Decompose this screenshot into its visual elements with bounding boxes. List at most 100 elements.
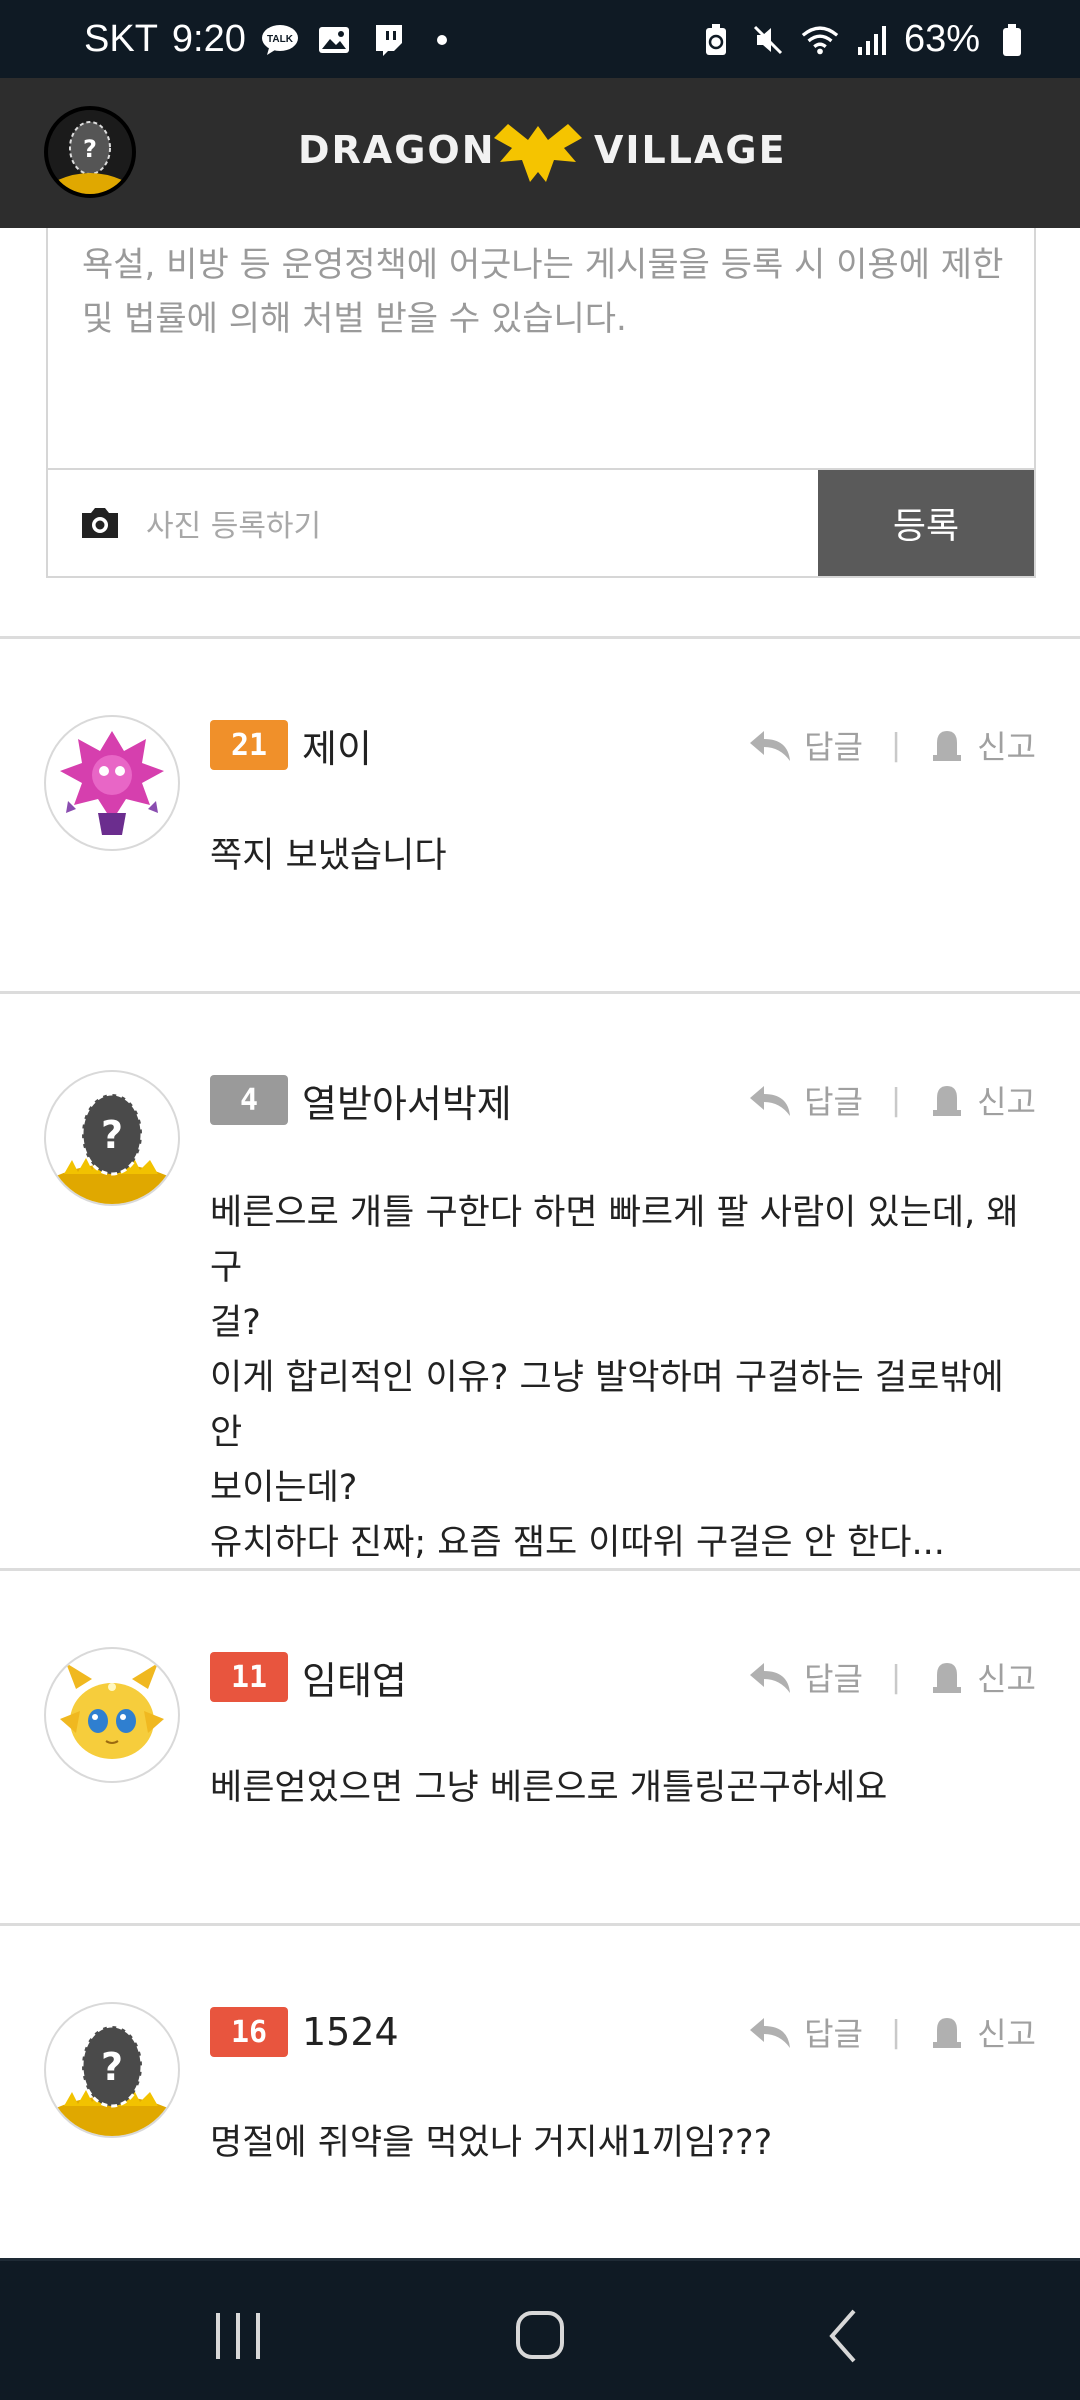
svg-text:TALK: TALK xyxy=(267,34,294,45)
comment-item: 11 임태엽 답글 | 신고 베른얻었으면 그냥 베른으로 개틀링곤구하세요 xyxy=(0,1571,1080,1923)
comment-body: 명절에 쥐약을 먹었나 거지새1끼임??? xyxy=(210,2116,1040,2171)
wifi-icon xyxy=(800,22,840,58)
dragon-village-logo[interactable]: DRAGON VILLAGE xyxy=(298,118,787,188)
level-badge: 16 xyxy=(210,2007,288,2057)
avatar[interactable] xyxy=(44,715,180,851)
profile-avatar-button[interactable]: ? xyxy=(44,106,136,198)
report-button[interactable]: 신고 xyxy=(929,1077,1036,1123)
battery-icon xyxy=(992,22,1032,58)
comment-line: 베른얻었으면 그냥 베른으로 개틀링곤구하세요 xyxy=(210,1768,888,1808)
username[interactable]: 열받아서박제 xyxy=(302,1073,512,1128)
status-bar: SKT 9:20 TALK 63% xyxy=(0,0,1080,78)
comment-actions: 답글 | 신고 xyxy=(748,717,1036,773)
submit-button[interactable]: 등록 xyxy=(818,470,1034,576)
reply-button[interactable]: 답글 xyxy=(748,2009,863,2055)
reply-button[interactable]: 답글 xyxy=(748,722,863,768)
comment-body: 베른얻었으면 그냥 베른으로 개틀링곤구하세요 xyxy=(210,1761,1040,1816)
comment-item: 21 제이 답글 | 신고 쪽지 보냈습니다 xyxy=(0,639,1080,991)
photo-upload-label: 사진 등록하기 xyxy=(146,509,322,544)
gallery-icon xyxy=(314,22,354,58)
comment-header: 11 임태엽 xyxy=(210,1649,407,1705)
clock: 9:20 xyxy=(171,18,246,60)
comment-line: 명절에 쥐약을 먹었나 거지새1끼임??? xyxy=(210,2123,773,2163)
action-separator: | xyxy=(891,2014,902,2050)
report-label: 신고 xyxy=(977,2015,1036,2053)
comment-composer: 욕설, 비방 등 운영정책에 어긋나는 게시물을 등록 시 이용에 제한 및 법… xyxy=(46,228,1036,578)
action-separator: | xyxy=(891,1659,902,1695)
siren-icon xyxy=(933,1663,962,1693)
unknown-egg-avatar-icon: ? xyxy=(56,2024,168,2136)
recent-apps-button[interactable] xyxy=(198,2301,278,2371)
back-icon xyxy=(829,2309,856,2363)
avatar[interactable]: ? xyxy=(44,1070,180,1206)
home-button[interactable] xyxy=(500,2301,580,2371)
comment-line: 유치하다 진짜; 요즘 잼도 이따위 구걸은 안 한다... xyxy=(210,1523,945,1563)
back-button[interactable] xyxy=(804,2301,884,2371)
reply-arrow-icon xyxy=(750,731,791,761)
mute-icon xyxy=(748,22,788,58)
comment-body: 쪽지 보냈습니다 xyxy=(210,829,1040,884)
report-button[interactable]: 신고 xyxy=(929,722,1036,768)
reply-label: 답글 xyxy=(804,2015,863,2053)
reply-button[interactable]: 답글 xyxy=(748,1077,863,1123)
comment-header: 4 열받아서박제 xyxy=(210,1072,512,1128)
siren-icon xyxy=(933,2018,962,2048)
signal-icon xyxy=(852,22,892,58)
comment-line: 쪽지 보냈습니다 xyxy=(210,836,447,876)
comment-item: ? 16 1524 답글 | 신고 명절에 쥐약을 먹었나 거지새1끼임??? xyxy=(0,1926,1080,2256)
level-badge: 11 xyxy=(210,1652,288,1702)
level-badge: 4 xyxy=(210,1075,288,1125)
logo-text-left: DRAGON xyxy=(298,128,496,172)
level-badge: 21 xyxy=(210,720,288,770)
comment-textarea[interactable]: 욕설, 비방 등 운영정책에 어긋나는 게시물을 등록 시 이용에 제한 및 법… xyxy=(82,238,1012,346)
app-header: ? DRAGON VILLAGE xyxy=(0,78,1080,228)
comment-line: 걸? xyxy=(210,1303,261,1343)
action-separator: | xyxy=(891,727,902,763)
reply-label: 답글 xyxy=(804,1083,863,1121)
username[interactable]: 제이 xyxy=(302,718,372,773)
unknown-egg-avatar-icon: ? xyxy=(56,1092,168,1204)
kakaotalk-icon: TALK xyxy=(260,22,300,58)
logo-text-right: VILLAGE xyxy=(594,128,787,172)
reply-label: 답글 xyxy=(804,1660,863,1698)
carrier-label: SKT xyxy=(84,18,158,60)
report-label: 신고 xyxy=(977,1660,1036,1698)
reply-label: 답글 xyxy=(804,728,863,766)
avatar[interactable]: ? xyxy=(44,2002,180,2138)
comment-actions: 답글 | 신고 xyxy=(748,2004,1036,2060)
battery-percent: 63% xyxy=(903,18,980,60)
comment-actions: 답글 | 신고 xyxy=(748,1649,1036,1705)
report-button[interactable]: 신고 xyxy=(929,1654,1036,1700)
svg-text:?: ? xyxy=(83,135,97,163)
username[interactable]: 1524 xyxy=(302,2010,399,2054)
composer-footer: 사진 등록하기 등록 xyxy=(48,468,1034,576)
home-icon xyxy=(516,2311,564,2359)
battery-saver-icon xyxy=(696,22,736,58)
unknown-egg-icon: ? xyxy=(58,121,122,194)
golden-dragon-avatar-icon xyxy=(60,1663,164,1759)
action-separator: | xyxy=(891,1082,902,1118)
system-nav-bar xyxy=(0,2258,1080,2400)
twitch-icon xyxy=(368,22,408,58)
dot-icon xyxy=(422,22,462,58)
siren-icon xyxy=(933,1086,962,1116)
photo-upload-button[interactable]: 사진 등록하기 xyxy=(48,470,820,576)
comment-actions: 답글 | 신고 xyxy=(748,1072,1036,1128)
siren-icon xyxy=(933,731,962,761)
recent-apps-icon xyxy=(216,2313,260,2359)
status-left: SKT 9:20 TALK xyxy=(84,18,462,61)
comment-line: 베른으로 개틀 구한다 하면 빠르게 팔 사람이 있는데, 왜 구 xyxy=(210,1193,1019,1288)
reply-button[interactable]: 답글 xyxy=(748,1654,863,1700)
avatar[interactable] xyxy=(44,1647,180,1783)
dragon-emblem-icon xyxy=(494,124,582,182)
comment-item: ? 4 열받아서박제 답글 | 신고 베른으로 개틀 구한다 하면 빠르게 팔 … xyxy=(0,994,1080,1568)
svg-text:?: ? xyxy=(101,2045,123,2089)
reply-arrow-icon xyxy=(750,1086,791,1116)
camera-icon xyxy=(82,508,118,538)
comment-body: 베른으로 개틀 구한다 하면 빠르게 팔 사람이 있는데, 왜 구 걸? 이게 … xyxy=(210,1186,1040,1571)
username[interactable]: 임태엽 xyxy=(302,1650,407,1705)
comment-header: 21 제이 xyxy=(210,717,372,773)
reply-arrow-icon xyxy=(750,1663,791,1693)
report-button[interactable]: 신고 xyxy=(929,2009,1036,2055)
svg-text:?: ? xyxy=(101,1113,123,1157)
